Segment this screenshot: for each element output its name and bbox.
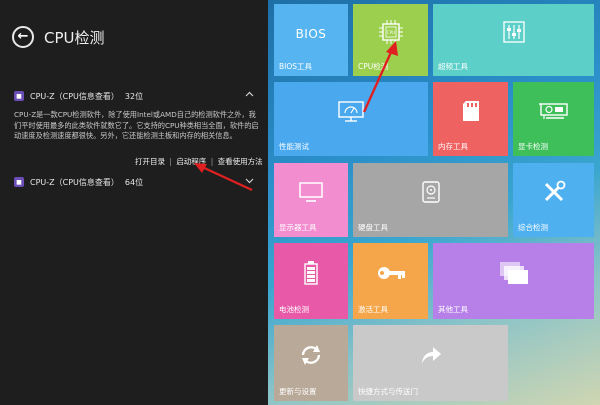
cpu-chip-text: CPU xyxy=(386,30,394,35)
tile-activation[interactable]: 激活工具 xyxy=(353,243,428,319)
separator: | xyxy=(169,157,172,166)
equalizer-icon xyxy=(502,21,525,47)
tile-label: 快捷方式与传送门 xyxy=(358,387,418,396)
tile-update-settings[interactable]: 更新与设置 xyxy=(274,325,348,401)
chevron-up-icon[interactable] xyxy=(245,90,254,100)
launch-program-link[interactable]: 启动程序 xyxy=(176,157,206,166)
list-item-cpuz-32[interactable]: ■ CPU-Z（CPU信息查看） 32位 xyxy=(14,89,254,103)
tile-bios[interactable]: BIOS BIOS工具 xyxy=(274,4,348,76)
tile-monitor[interactable]: 显示器工具 xyxy=(274,163,348,237)
tile-label: 更新与设置 xyxy=(279,387,317,396)
tile-label: 内存工具 xyxy=(438,142,468,151)
windows-stack-icon xyxy=(499,261,529,289)
hard-disk-icon xyxy=(421,181,440,207)
battery-icon xyxy=(304,260,318,289)
tile-overclock[interactable]: 超频工具 xyxy=(433,4,594,76)
tool-grid: BIOS BIOS工具 CPU CPU检测 超频工具 性能测试 内存工具 显卡检… xyxy=(268,0,600,405)
tile-battery[interactable]: 电池检测 xyxy=(274,243,348,319)
item-actions: 打开目录 | 启动程序 | 查看使用方法 xyxy=(135,156,263,167)
tile-label: 其他工具 xyxy=(438,305,468,314)
tile-label: 激活工具 xyxy=(358,305,388,314)
tile-label: 显卡检测 xyxy=(518,142,548,151)
tile-performance[interactable]: 性能测试 xyxy=(274,82,428,156)
cpu-chip-icon: CPU xyxy=(378,19,404,49)
graphics-card-icon xyxy=(538,101,570,125)
share-arrow-icon xyxy=(420,345,442,369)
tile-shortcuts[interactable]: 快捷方式与传送门 xyxy=(353,325,508,401)
list-item-cpuz-64[interactable]: ■ CPU-Z（CPU信息查看） 64位 xyxy=(14,175,254,189)
separator: | xyxy=(210,157,214,166)
chevron-down-icon[interactable] xyxy=(245,177,254,187)
open-directory-link[interactable]: 打开目录 xyxy=(135,157,165,166)
tile-label: 硬盘工具 xyxy=(358,223,388,232)
display-icon xyxy=(298,181,324,207)
tile-other[interactable]: 其他工具 xyxy=(433,243,594,319)
cpu-detect-panel: ← CPU检测 ■ CPU-Z（CPU信息查看） 32位 CPU-Z是一款CPU… xyxy=(0,0,268,405)
tile-label: 电池检测 xyxy=(279,305,309,314)
item-bits: 64位 xyxy=(124,177,144,187)
tile-label: 综合检测 xyxy=(518,223,548,232)
cpu-z-icon: ■ xyxy=(14,91,24,101)
page-title: CPU检测 xyxy=(44,29,105,47)
item-name: CPU-Z（CPU信息查看） xyxy=(30,91,119,101)
tile-diagnose[interactable]: 综合检测 xyxy=(513,163,594,237)
tile-memory[interactable]: 内存工具 xyxy=(433,82,508,156)
bios-icon: BIOS xyxy=(295,27,327,42)
tile-cpu-detect[interactable]: CPU CPU检测 xyxy=(353,4,428,76)
tile-label: 显示器工具 xyxy=(279,223,317,232)
sd-card-icon xyxy=(462,100,480,126)
view-usage-link[interactable]: 查看使用方法 xyxy=(218,157,263,166)
item-name: CPU-Z（CPU信息查看） xyxy=(30,177,119,187)
tile-gpu[interactable]: 显卡检测 xyxy=(513,82,594,156)
tile-label: CPU检测 xyxy=(358,62,389,71)
item-bits: 32位 xyxy=(124,91,144,101)
monitor-gauge-icon xyxy=(336,98,366,128)
cpu-z-icon: ■ xyxy=(14,177,24,187)
tile-label: 性能测试 xyxy=(279,142,309,151)
refresh-icon xyxy=(299,343,323,371)
tile-label: 超频工具 xyxy=(438,62,468,71)
back-button[interactable]: ← xyxy=(12,26,34,48)
wrench-screwdriver-icon xyxy=(542,180,566,208)
tile-label: BIOS工具 xyxy=(279,62,313,71)
tile-disk[interactable]: 硬盘工具 xyxy=(353,163,508,237)
key-icon xyxy=(376,265,406,285)
item-description: CPU-Z是一款CPU检测软件，除了使用Intel或AMD自己的检测软件之外，我… xyxy=(14,110,259,141)
